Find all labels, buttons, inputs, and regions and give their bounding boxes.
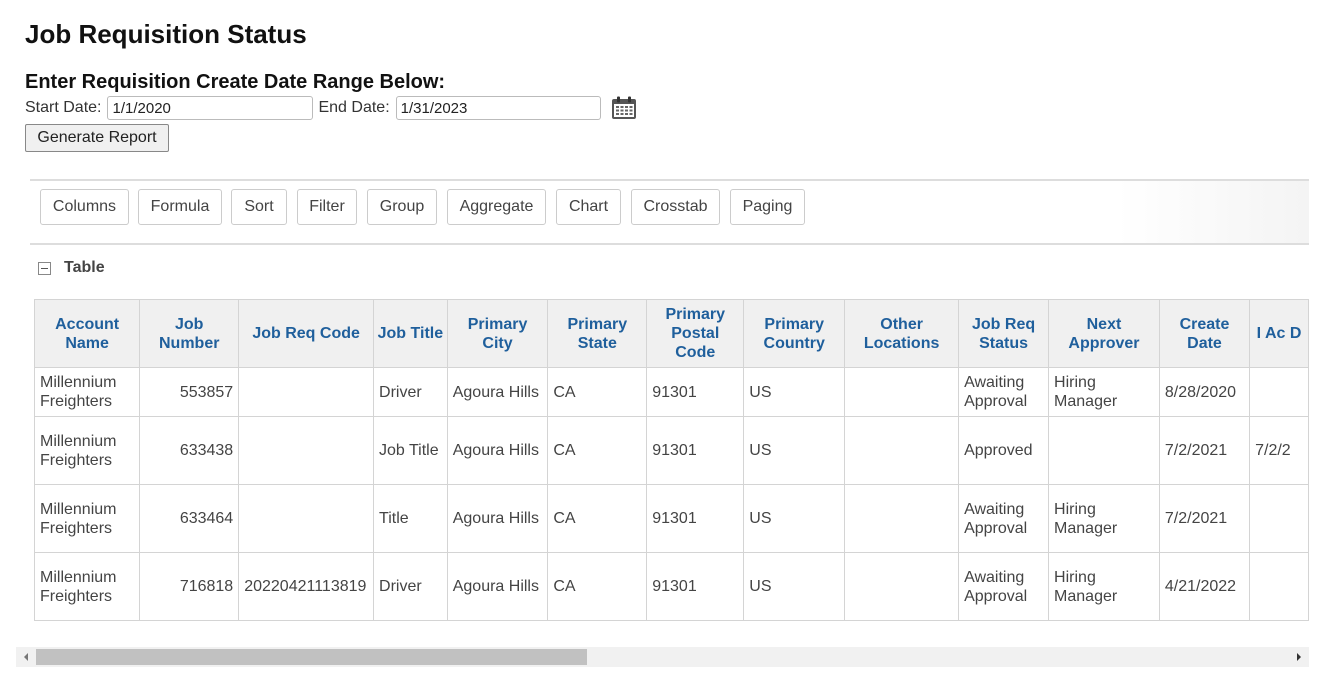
cell-truncated	[1249, 484, 1309, 553]
header-job-req-code[interactable]: Job Req Code	[238, 299, 375, 368]
header-other-locations[interactable]: Other Locations	[844, 299, 960, 368]
table-row: Millennium Freighters 716818 20220421113…	[34, 552, 1309, 621]
cell-primary-country: US	[743, 416, 846, 485]
header-job-req-status[interactable]: Job Req Status	[958, 299, 1050, 368]
page-title: Job Requisition Status	[25, 19, 307, 49]
cell-other-locations	[844, 416, 960, 485]
cell-account-name: Millennium Freighters	[34, 367, 141, 417]
cell-job-req-status: Awaiting Approval	[958, 484, 1050, 553]
cell-account-name: Millennium Freighters	[34, 484, 141, 553]
toolbar-paging-button[interactable]: Paging	[730, 189, 805, 225]
header-job-title[interactable]: Job Title	[373, 299, 448, 368]
report-grid: Account Name Job Number Job Req Code Job…	[34, 299, 1309, 622]
cell-primary-postal-code: 91301	[646, 552, 745, 621]
cell-next-approver: Hiring Manager	[1048, 552, 1160, 621]
table-row: Millennium Freighters 553857 Driver Agou…	[34, 367, 1309, 417]
cell-primary-postal-code: 91301	[646, 484, 745, 553]
cell-job-req-status: Awaiting Approval	[958, 367, 1050, 417]
report-table: Account Name Job Number Job Req Code Job…	[34, 299, 1309, 621]
cell-job-req-status: Awaiting Approval	[958, 552, 1050, 621]
report-toolbar: Columns Formula Sort Filter Group Aggreg…	[30, 179, 1309, 245]
header-primary-city[interactable]: Primary City	[446, 299, 549, 368]
cell-job-title: Job Title	[373, 416, 448, 485]
cell-primary-country: US	[743, 367, 846, 417]
start-date-label: Start Date:	[25, 99, 102, 116]
toolbar-chart-button[interactable]: Chart	[556, 189, 621, 225]
scroll-right-arrow-icon[interactable]	[1289, 647, 1309, 667]
cell-job-number: 633464	[139, 484, 240, 553]
cell-primary-postal-code: 91301	[646, 367, 745, 417]
header-primary-country[interactable]: Primary Country	[743, 299, 846, 368]
cell-truncated	[1249, 552, 1309, 621]
cell-job-req-code	[238, 484, 375, 553]
table-section-label: Table	[64, 259, 105, 276]
date-range-subtitle: Enter Requisition Create Date Range Belo…	[25, 71, 446, 93]
horizontal-scrollbar[interactable]	[16, 647, 1309, 667]
header-primary-state[interactable]: Primary State	[547, 299, 648, 368]
cell-primary-country: US	[743, 484, 846, 553]
end-date-input[interactable]	[395, 96, 601, 120]
cell-account-name: Millennium Freighters	[34, 552, 141, 621]
cell-job-number: 633438	[139, 416, 240, 485]
cell-other-locations	[844, 552, 960, 621]
header-create-date[interactable]: Create Date	[1158, 299, 1251, 368]
cell-job-req-code	[238, 367, 375, 417]
toolbar-group-button[interactable]: Group	[367, 189, 437, 225]
toolbar-crosstab-button[interactable]: Crosstab	[631, 189, 720, 225]
cell-primary-state: CA	[547, 367, 648, 417]
cell-job-req-code: 20220421113819	[238, 552, 375, 621]
cell-truncated: 7/2/2	[1249, 416, 1309, 485]
scrollbar-thumb[interactable]	[36, 649, 587, 665]
cell-job-req-code	[238, 416, 375, 485]
cell-job-title: Title	[373, 484, 448, 553]
cell-primary-state: CA	[547, 416, 648, 485]
cell-next-approver: Hiring Manager	[1048, 367, 1160, 417]
cell-primary-state: CA	[547, 552, 648, 621]
table-header-row: Account Name Job Number Job Req Code Job…	[34, 299, 1309, 368]
table-row: Millennium Freighters 633438 Job Title A…	[34, 416, 1309, 485]
cell-primary-city: Agoura Hills	[446, 367, 549, 417]
cell-primary-city: Agoura Hills	[446, 484, 549, 553]
end-date-label: End Date:	[318, 99, 390, 116]
cell-create-date: 7/2/2021	[1158, 416, 1251, 485]
cell-next-approver: Hiring Manager	[1048, 484, 1160, 553]
cell-next-approver	[1048, 416, 1160, 485]
header-job-number[interactable]: Job Number	[139, 299, 240, 368]
toolbar-formula-button[interactable]: Formula	[138, 189, 222, 225]
scroll-left-arrow-icon[interactable]	[16, 647, 36, 667]
cell-create-date: 8/28/2020	[1158, 367, 1251, 417]
cell-job-number: 716818	[139, 552, 240, 621]
cell-primary-city: Agoura Hills	[446, 552, 549, 621]
toolbar-aggregate-button[interactable]: Aggregate	[447, 189, 546, 225]
start-date-input[interactable]	[107, 96, 314, 120]
collapse-minus-icon[interactable]	[38, 261, 51, 275]
cell-truncated	[1249, 367, 1309, 417]
cell-primary-postal-code: 91301	[646, 416, 745, 485]
cell-create-date: 4/21/2022	[1158, 552, 1251, 621]
cell-primary-country: US	[743, 552, 846, 621]
table-row: Millennium Freighters 633464 Title Agour…	[34, 484, 1309, 553]
cell-job-number: 553857	[139, 367, 240, 417]
cell-account-name: Millennium Freighters	[34, 416, 141, 485]
cell-create-date: 7/2/2021	[1158, 484, 1251, 553]
cell-job-title: Driver	[373, 367, 448, 417]
header-next-approver[interactable]: Next Approver	[1048, 299, 1160, 368]
cell-job-req-status: Approved	[958, 416, 1050, 485]
cell-other-locations	[844, 484, 960, 553]
header-account-name[interactable]: Account Name	[34, 299, 141, 368]
table-section-header: Table	[38, 259, 105, 277]
generate-report-button[interactable]: Generate Report	[25, 124, 169, 152]
header-primary-postal-code[interactable]: Primary Postal Code	[646, 299, 745, 368]
toolbar-sort-button[interactable]: Sort	[231, 189, 287, 225]
cell-other-locations	[844, 367, 960, 417]
date-range-row: Start Date: End Date:	[25, 94, 637, 122]
cell-primary-state: CA	[547, 484, 648, 553]
calendar-icon-graphic	[611, 96, 636, 119]
header-truncated-column[interactable]: I Ac D	[1249, 299, 1309, 368]
cell-primary-city: Agoura Hills	[446, 416, 549, 485]
toolbar-filter-button[interactable]: Filter	[297, 189, 357, 225]
cell-job-title: Driver	[373, 552, 448, 621]
calendar-icon[interactable]	[611, 96, 637, 120]
toolbar-columns-button[interactable]: Columns	[40, 189, 129, 225]
